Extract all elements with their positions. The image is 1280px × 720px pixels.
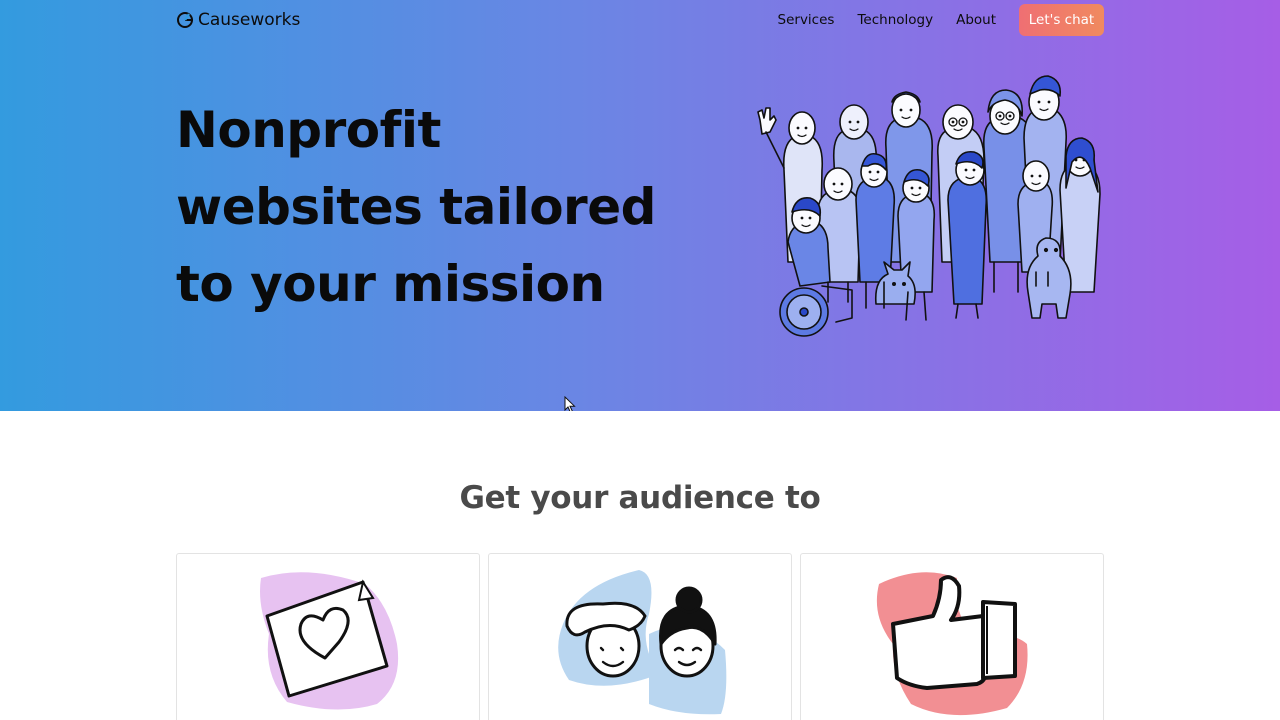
crowd-illustration: [757, 75, 1101, 337]
lets-chat-button[interactable]: Let's chat: [1019, 4, 1104, 36]
card-thumbs-up[interactable]: [800, 553, 1104, 720]
heart-card-icon: [260, 572, 399, 710]
nav-links: Services Technology About Let's chat: [778, 4, 1104, 36]
nav-link-technology[interactable]: Technology: [857, 12, 933, 28]
logo[interactable]: Causeworks: [176, 10, 300, 30]
logo-icon: [177, 12, 193, 28]
audience-cards: [176, 553, 1104, 720]
top-navigation: Causeworks Services Technology About Let…: [176, 4, 1104, 36]
card-heart[interactable]: [176, 553, 480, 720]
card-faces[interactable]: [488, 553, 792, 720]
nav-link-services[interactable]: Services: [778, 12, 835, 28]
two-faces-icon: [558, 570, 727, 715]
hero-section: Causeworks Services Technology About Let…: [0, 0, 1280, 411]
nav-link-about[interactable]: About: [956, 12, 996, 28]
thumbs-up-icon: [876, 572, 1028, 716]
hero-headline: Nonprofit websites tailored to your miss…: [176, 101, 656, 313]
mouse-cursor-icon: [564, 396, 576, 411]
logo-text: Causeworks: [198, 10, 301, 30]
section-title: Get your audience to: [459, 480, 821, 516]
